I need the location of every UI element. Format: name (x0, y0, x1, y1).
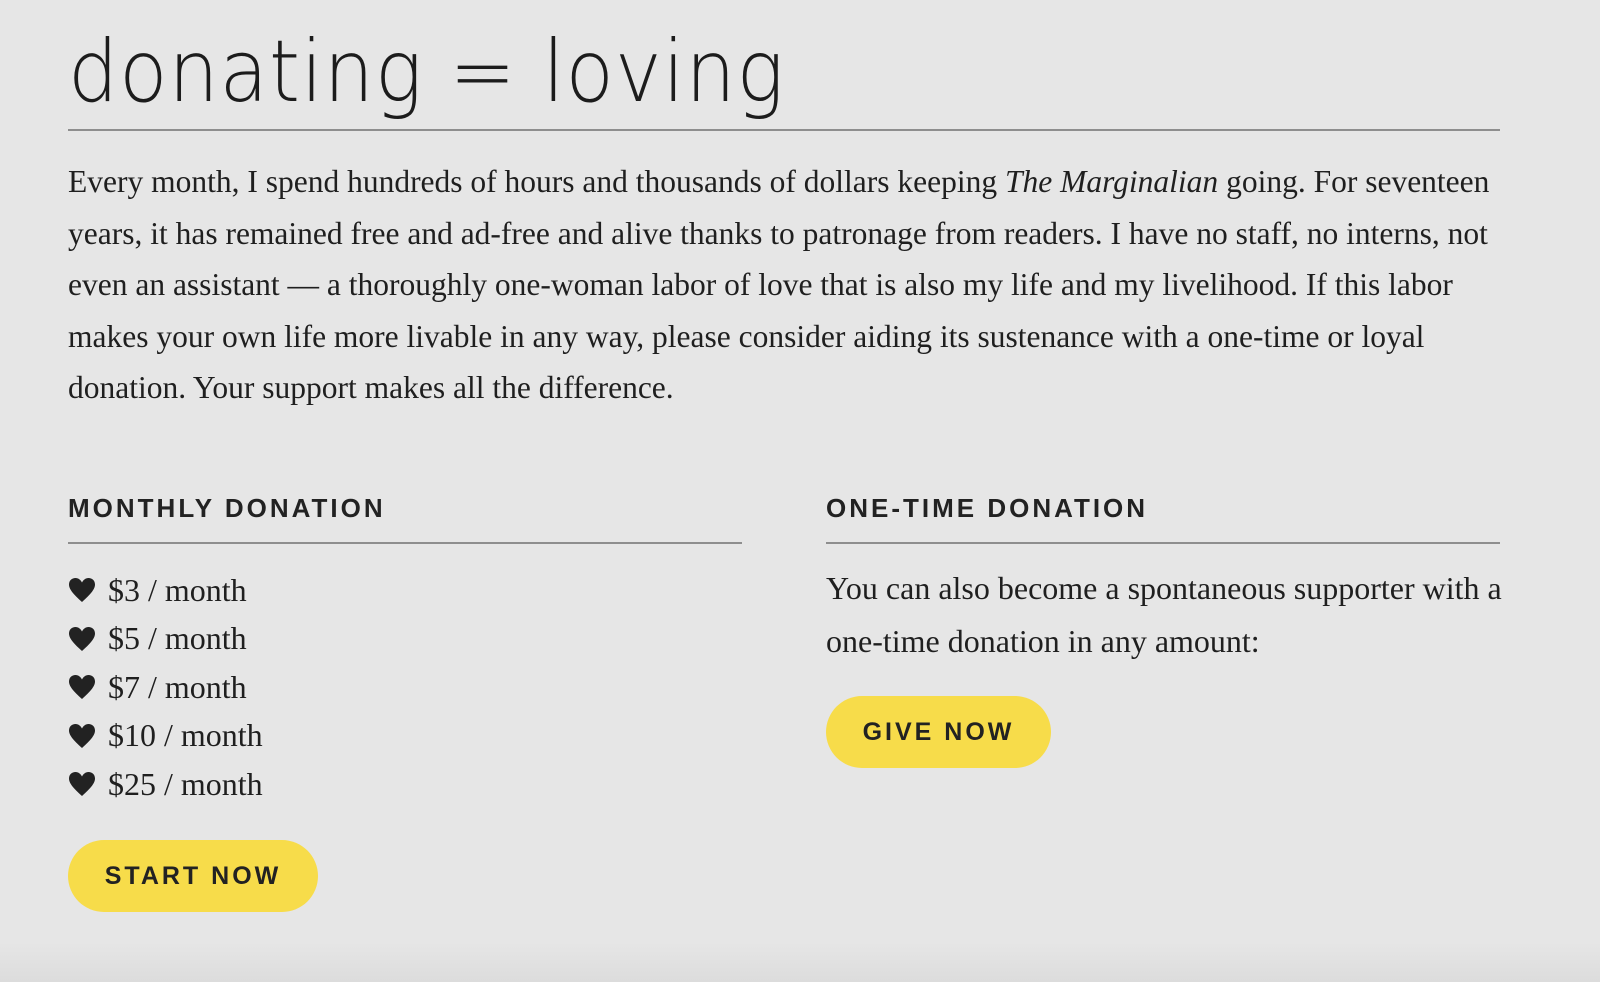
tier-label: $3 / month (108, 571, 247, 608)
intro-text-end: going. For seventeen years, it has remai… (68, 164, 1490, 405)
monthly-tier-7[interactable]: $7 / month (68, 663, 742, 712)
heart-icon (69, 578, 95, 603)
monthly-tier-list: $3 / month $5 / month $7 / month $10 / m… (68, 566, 742, 809)
one-time-donation-heading: ONE-TIME DONATION (826, 493, 1149, 523)
heart-icon (69, 723, 95, 748)
intro-paragraph: Every month, I spend hundreds of hours a… (68, 156, 1508, 414)
start-now-button[interactable]: START NOW (68, 840, 318, 912)
tier-label: $7 / month (108, 668, 247, 705)
bottom-shadow (0, 942, 1600, 982)
monthly-tier-25[interactable]: $25 / month (68, 760, 742, 809)
tier-label: $10 / month (108, 717, 263, 754)
one-time-description: You can also become a spontaneous suppor… (826, 570, 1502, 659)
heart-icon (69, 626, 95, 651)
give-now-button[interactable]: GIVE NOW (826, 696, 1051, 768)
intro-text-start: Every month, I spend hundreds of hours a… (68, 164, 1005, 199)
monthly-tier-5[interactable]: $5 / month (68, 615, 742, 664)
monthly-donation-section: MONTHLY DONATION $3 / month $5 / month $… (68, 490, 742, 809)
monthly-divider (68, 542, 742, 544)
monthly-tier-3[interactable]: $3 / month (68, 566, 742, 615)
title-divider (68, 129, 1500, 131)
tier-label: $25 / month (108, 765, 263, 802)
tier-label: $5 / month (108, 620, 247, 657)
one-time-divider (826, 542, 1500, 544)
one-time-donation-section: ONE-TIME DONATION You can also become a … (826, 490, 1502, 668)
publication-name: The Marginalian (1004, 164, 1219, 199)
page-title: donating = loving (68, 22, 785, 122)
monthly-tier-10[interactable]: $10 / month (68, 712, 742, 761)
monthly-donation-heading: MONTHLY DONATION (68, 493, 386, 523)
heart-icon (69, 772, 95, 797)
heart-icon (69, 675, 95, 700)
